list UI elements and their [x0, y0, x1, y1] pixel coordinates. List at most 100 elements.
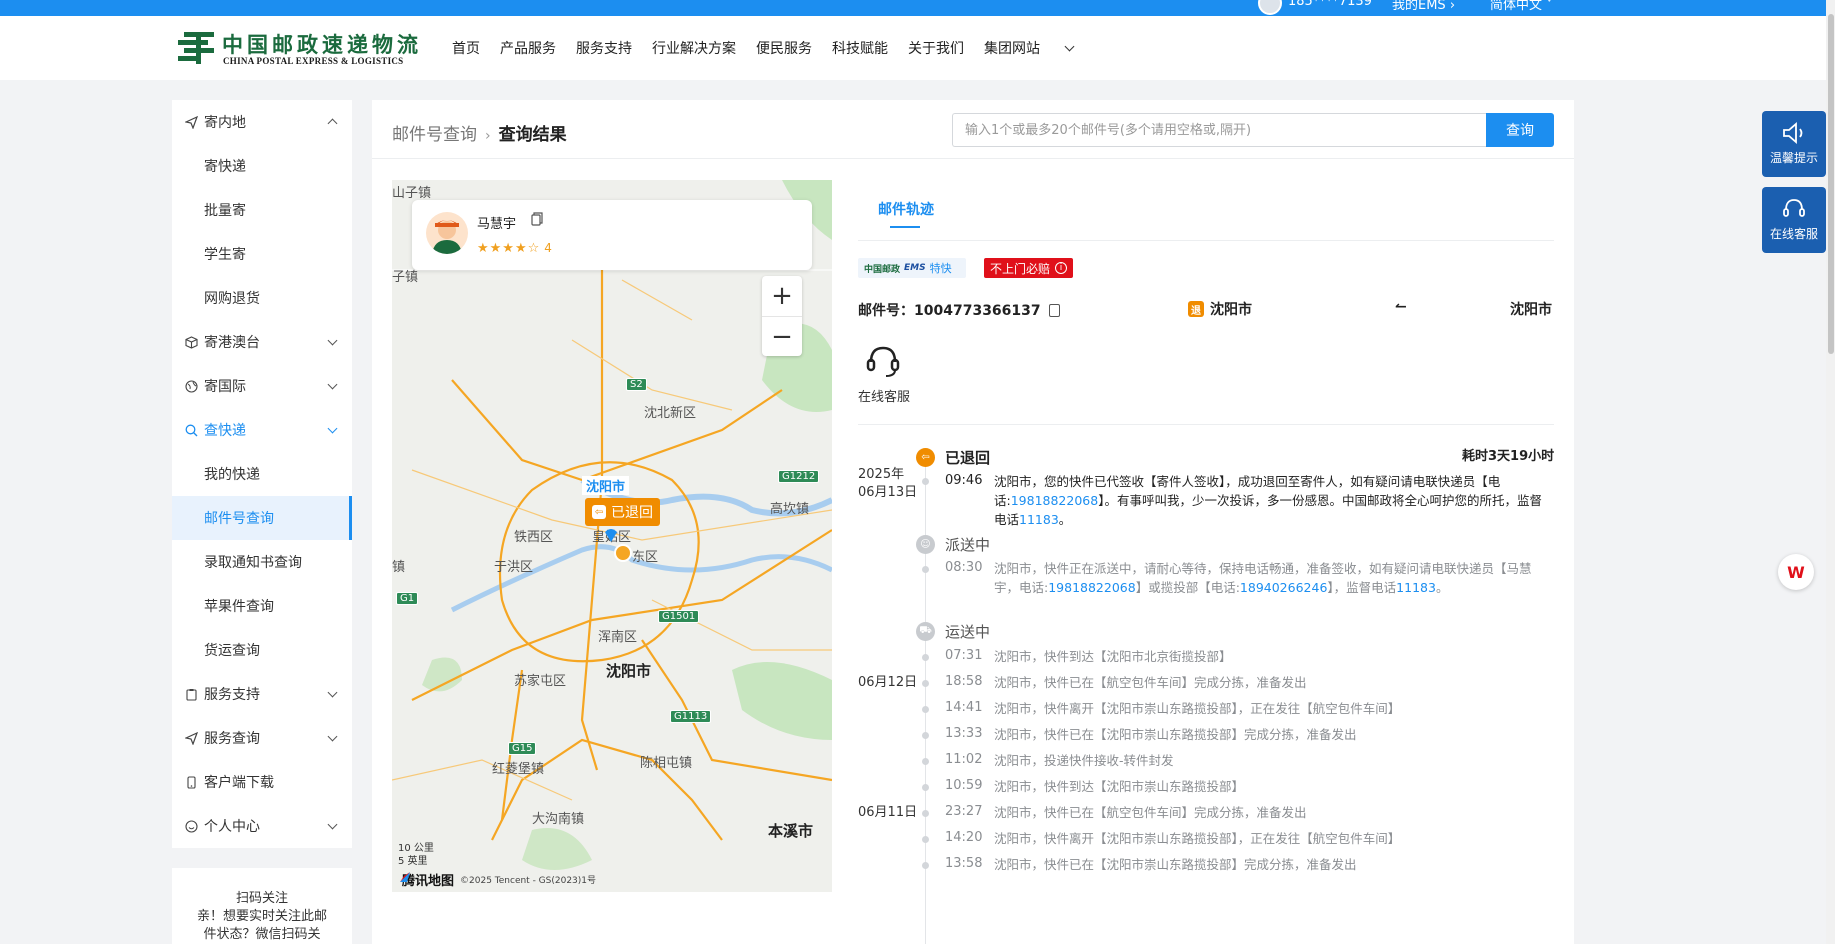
- user-phone[interactable]: 185****7139: [1288, 0, 1372, 9]
- courier-avatar: [426, 212, 468, 254]
- sidebar-item-apple-query[interactable]: 苹果件查询: [172, 584, 352, 628]
- timeline-dot: [922, 654, 929, 661]
- chevron-down-icon: [327, 819, 338, 830]
- event-time: 08:30: [945, 560, 983, 575]
- event-description: 沈阳市，快件已在【沈阳市崇山东路揽投部】完成分拣，准备发出: [994, 727, 1357, 742]
- road-tag: S2: [626, 378, 647, 391]
- route-map[interactable]: 马慧宇 ★★★★☆4 + − 山子镇 子镇 沈北新区 高坎镇 铁西区 皇姑区 东…: [392, 180, 832, 892]
- online-service-button[interactable]: 在线客服: [1762, 187, 1826, 253]
- sidebar-item-my-express[interactable]: 我的快递: [172, 452, 352, 496]
- divider: [372, 158, 1574, 159]
- search-input[interactable]: [952, 113, 1486, 147]
- chevron-down-icon: [327, 731, 338, 742]
- no-door-compensation-badge[interactable]: 不上门必赔 i: [984, 258, 1074, 278]
- hotline-link[interactable]: 11183: [1396, 580, 1436, 595]
- sidebar-item-personal-center[interactable]: 个人中心: [172, 804, 352, 848]
- nav-home[interactable]: 首页: [452, 38, 480, 58]
- courier-phone-link[interactable]: 19818822068: [1048, 580, 1135, 595]
- divider: [858, 424, 1554, 425]
- logo-text-cn: 中国邮政速递物流: [222, 32, 422, 57]
- sidebar-item-service-support[interactable]: 服务支持: [172, 672, 352, 716]
- breadcrumb-current: 查询结果: [498, 125, 567, 145]
- road-tag: G15: [508, 742, 537, 755]
- sidebar-item-student-send[interactable]: 学生寄: [172, 232, 352, 276]
- truck-status-icon: ⛟: [916, 622, 935, 641]
- sidebar-item-mail-query[interactable]: 邮件号查询: [172, 496, 352, 540]
- box-icon: [184, 335, 198, 349]
- qr-text: 亲！想要实时关注此邮: [196, 909, 327, 924]
- copy-icon[interactable]: [531, 212, 543, 226]
- chevron-down-icon: [327, 379, 338, 390]
- phone-icon: [184, 775, 198, 789]
- headset-icon[interactable]: [862, 340, 904, 382]
- sidebar-item-track[interactable]: 查快递: [172, 408, 352, 452]
- timeline-dot: [922, 732, 929, 739]
- wps-floating-icon[interactable]: W: [1778, 554, 1814, 590]
- sidebar-item-service-query[interactable]: 服务查询: [172, 716, 352, 760]
- chevron-down-icon: [327, 687, 338, 698]
- sidebar-item-send-domestic[interactable]: 寄内地: [172, 100, 352, 144]
- waybill-number: 邮件号：1004773366137: [858, 300, 1060, 320]
- event-time: 07:31: [945, 648, 983, 663]
- nav-about[interactable]: 关于我们: [908, 38, 964, 58]
- copy-icon[interactable]: [1048, 303, 1060, 317]
- nav-products[interactable]: 产品服务: [500, 38, 556, 58]
- event-description: 沈阳市，投递快件接收-转件封发: [994, 753, 1174, 768]
- nav-support[interactable]: 服务支持: [576, 38, 632, 58]
- timeline-dot: [922, 566, 929, 573]
- courier-phone-link[interactable]: 19818822068: [1011, 493, 1098, 508]
- sidebar-item-send-intl[interactable]: 寄国际: [172, 364, 352, 408]
- map-label: 陈相屯镇: [640, 756, 693, 771]
- zoom-out-button[interactable]: −: [762, 316, 802, 356]
- map-label: 高坎镇: [770, 502, 810, 517]
- hotline-link[interactable]: 11183: [1019, 512, 1059, 527]
- event-description: 沈阳市，快件已在【沈阳市崇山东路揽投部】完成分拣，准备发出: [994, 857, 1357, 872]
- user-avatar[interactable]: [1258, 0, 1282, 15]
- sidebar-item-bulk-send[interactable]: 批量寄: [172, 188, 352, 232]
- event-description: 沈阳市，快件到达【沈阳市崇山东路揽投部】: [994, 779, 1245, 794]
- courier-card: 马慧宇 ★★★★☆ 4: [412, 200, 812, 270]
- station-phone-link[interactable]: 18940266246: [1240, 580, 1327, 595]
- event-time: 10:59: [945, 778, 983, 793]
- tab-mail-tracking[interactable]: 邮件轨迹: [878, 199, 934, 219]
- sidebar-item-client-download[interactable]: 客户端下载: [172, 760, 352, 804]
- customer-service-link[interactable]: 在线客服: [858, 386, 910, 405]
- scale-km: 10 公里: [398, 843, 434, 854]
- nav-convenience[interactable]: 便民服务: [756, 38, 812, 58]
- nav-group[interactable]: 集团网站: [984, 38, 1075, 58]
- qr-follow-box: 扫码关注 亲！想要实时关注此邮 件状态？微信扫码关: [172, 868, 352, 944]
- sidebar-item-send-hmt[interactable]: 寄港澳台: [172, 320, 352, 364]
- location-pin-icon: [605, 529, 617, 542]
- sidebar-item-send-express[interactable]: 寄快递: [172, 144, 352, 188]
- paper-plane-icon: [184, 115, 198, 129]
- scrollbar-thumb[interactable]: [1828, 14, 1834, 354]
- sidebar-item-admission-query[interactable]: 录取通知书查询: [172, 540, 352, 584]
- divider: [858, 240, 1554, 241]
- courier-name: 马慧宇: [477, 217, 517, 232]
- zoom-in-button[interactable]: +: [762, 276, 802, 316]
- sidebar-item-freight-query[interactable]: 货运查询: [172, 628, 352, 672]
- my-ems-link[interactable]: 我的EMS ›: [1392, 0, 1455, 13]
- tips-button[interactable]: 温馨提示: [1762, 111, 1826, 177]
- event-time: 14:41: [945, 700, 983, 715]
- event-description: 沈阳市，您的快件已代签收【寄件人签收】，成功退回至寄件人，如有疑问请电联快递员【…: [994, 474, 1542, 527]
- paper-plane-icon: [184, 731, 198, 745]
- logo-text-en: CHINA POSTAL EXPRESS & LOGISTICS: [223, 56, 404, 66]
- star-rating-icon: ★★★★☆: [477, 241, 541, 256]
- qr-title: 扫码关注: [235, 891, 288, 906]
- nav-tech[interactable]: 科技赋能: [832, 38, 888, 58]
- clipboard-icon: [184, 687, 198, 701]
- status-in-transit: 运送中: [945, 623, 991, 641]
- breadcrumb-parent[interactable]: 邮件号查询: [392, 125, 477, 145]
- map-scale: 10 公里 5 英里: [398, 842, 434, 868]
- map-label: 沈北新区: [644, 406, 697, 421]
- language-select[interactable]: 简体中文 ˅: [1490, 0, 1553, 13]
- search-bar: 查询: [952, 113, 1554, 147]
- timeline-dot: [922, 680, 929, 687]
- sidebar-item-online-return[interactable]: 网购退货: [172, 276, 352, 320]
- logo[interactable]: 中国邮政速递物流 CHINA POSTAL EXPRESS & LOGISTIC…: [176, 28, 418, 68]
- nav-solutions[interactable]: 行业解决方案: [652, 38, 736, 58]
- brand-badge: 中国邮政 EMS 特快: [858, 258, 966, 278]
- map-label: 铁西区: [514, 530, 554, 545]
- search-button[interactable]: 查询: [1486, 113, 1554, 147]
